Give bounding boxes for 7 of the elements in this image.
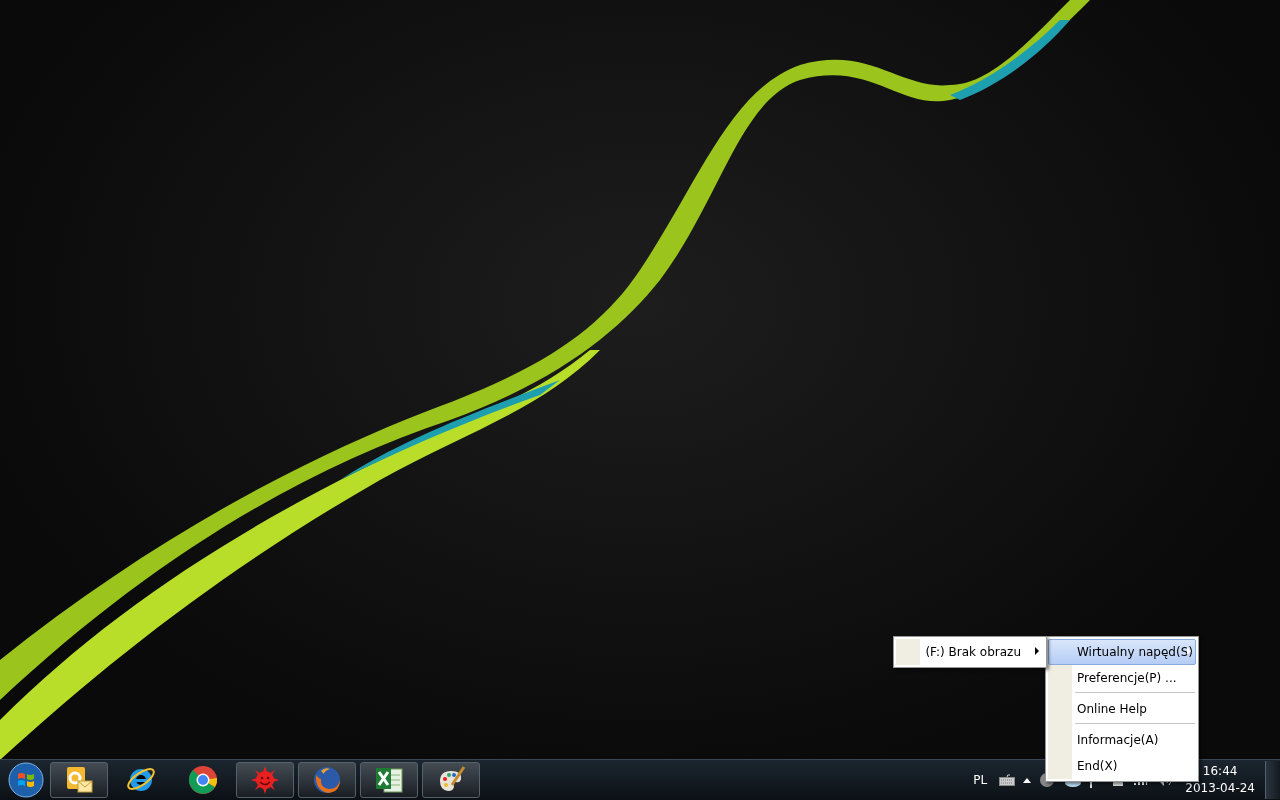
menu-item[interactable]: Informacje(A) — [1048, 727, 1196, 753]
clock-date[interactable]: 2013-04-24 — [1185, 780, 1255, 797]
menu-item[interactable]: (F:) Brak obrazu — [896, 639, 1044, 665]
menu-item[interactable]: Wirtualny napęd(S) — [1048, 639, 1196, 665]
clock-time[interactable]: 16:44 — [1202, 763, 1238, 780]
language-indicator[interactable]: PL — [973, 773, 988, 787]
menu-item[interactable]: End(X) — [1048, 753, 1196, 779]
